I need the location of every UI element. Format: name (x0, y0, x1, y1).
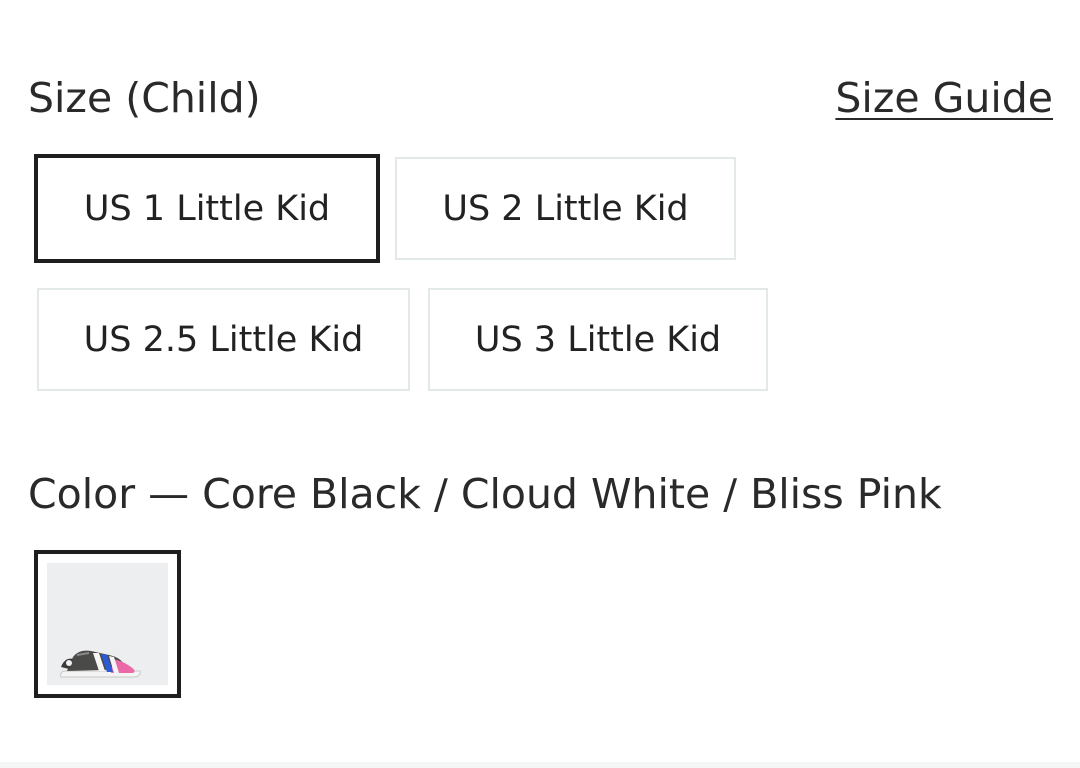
section-divider (0, 762, 1080, 768)
size-guide-link[interactable]: Size Guide (835, 74, 1053, 122)
size-option-us-3[interactable]: US 3 Little Kid (428, 288, 768, 391)
color-section-label: Color — Core Black / Cloud White / Bliss… (28, 470, 942, 518)
size-option-us-1[interactable]: US 1 Little Kid (34, 154, 380, 263)
size-option-us-2[interactable]: US 2 Little Kid (395, 157, 736, 260)
sneaker-thumbnail-image (47, 563, 168, 685)
color-swatch-selected[interactable] (34, 550, 181, 698)
sneaker-icon (60, 650, 141, 678)
size-section-label: Size (Child) (28, 74, 261, 122)
size-option-us-2-5[interactable]: US 2.5 Little Kid (37, 288, 410, 391)
